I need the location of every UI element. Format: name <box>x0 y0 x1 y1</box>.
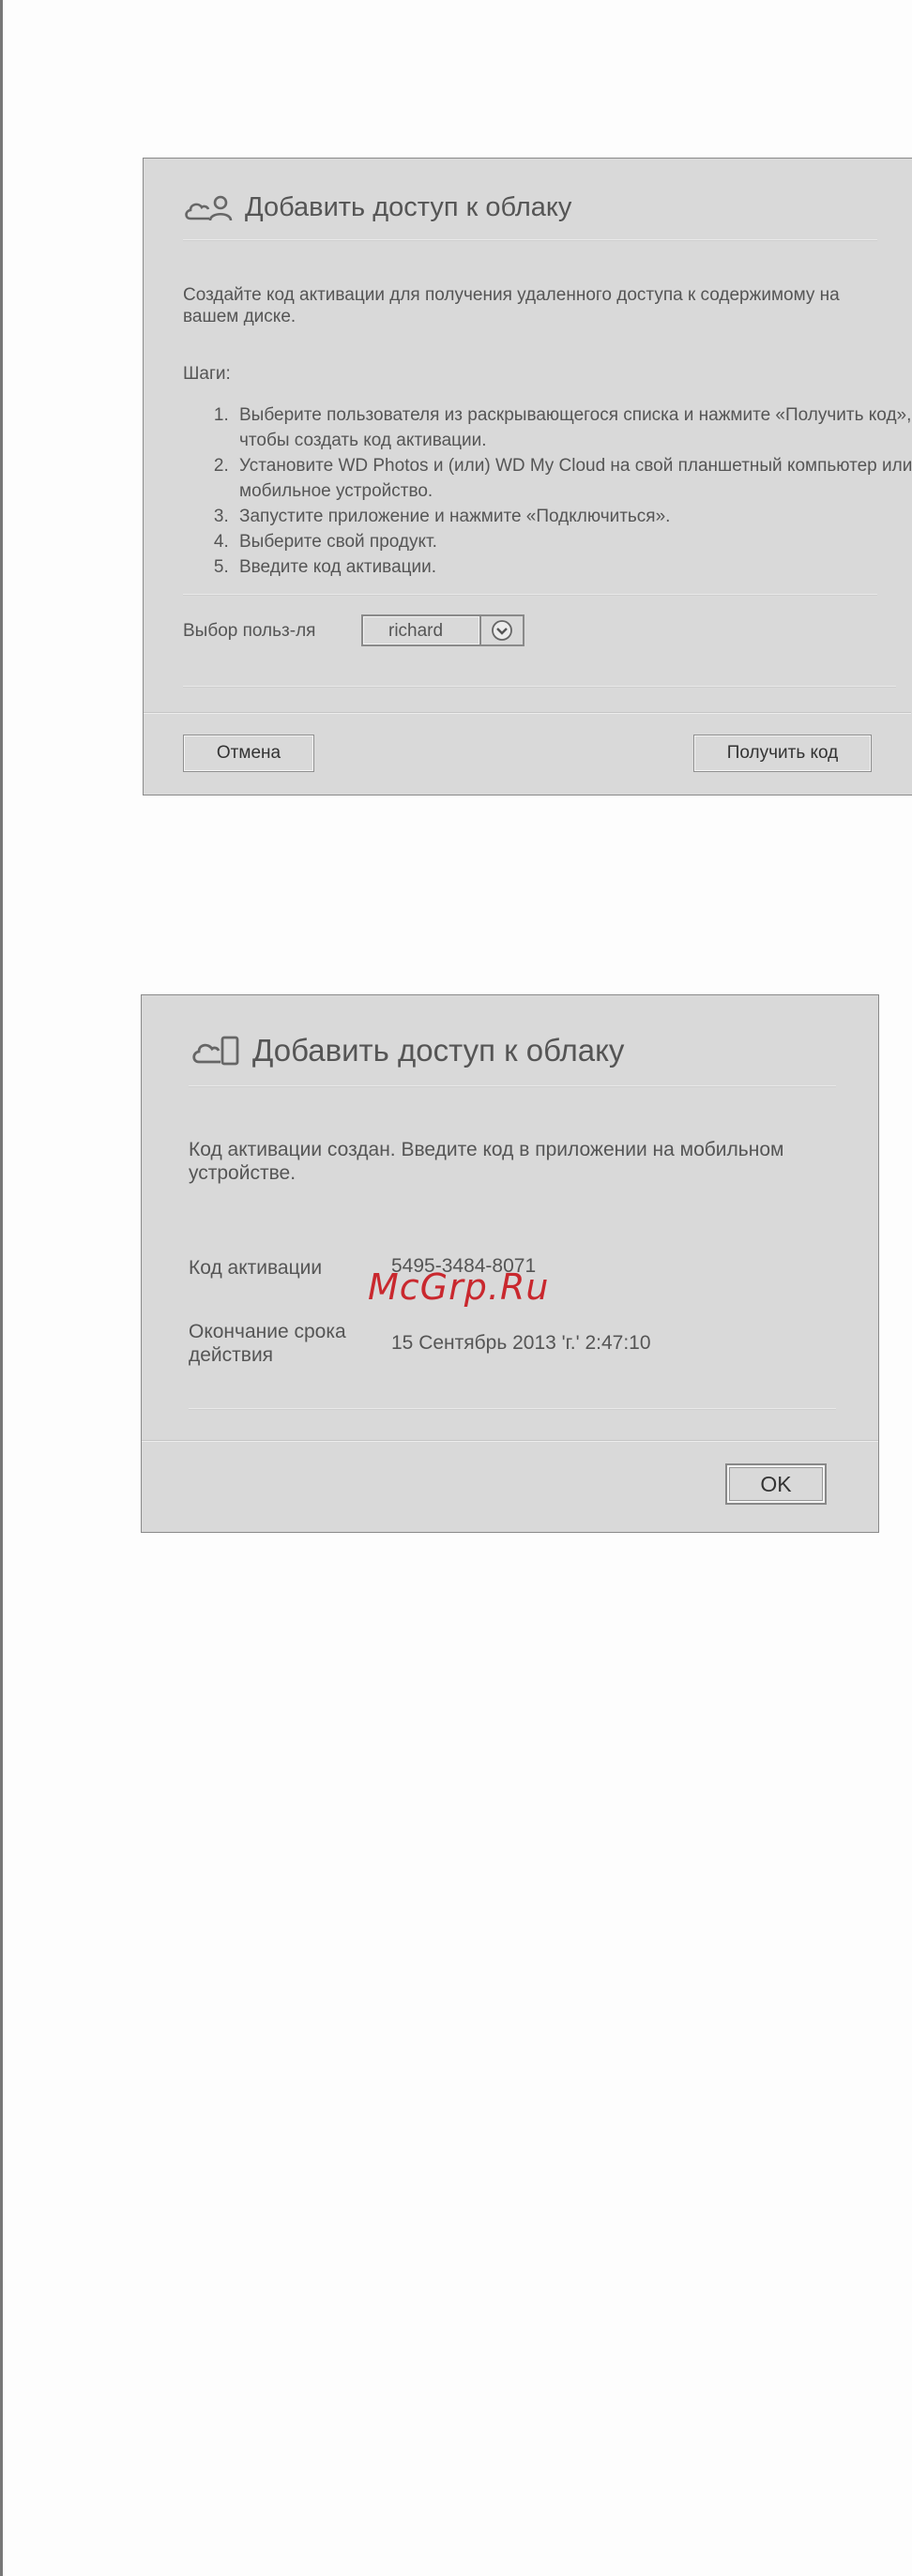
step-item: Введите код активации. <box>234 554 912 580</box>
dialog-title-text: Добавить доступ к облаку <box>252 1033 625 1068</box>
cloud-device-icon <box>192 1036 239 1066</box>
ok-button[interactable]: OK <box>725 1463 827 1505</box>
content-divider <box>189 1408 836 1410</box>
user-select-dropdown[interactable]: richard <box>361 614 524 646</box>
dropdown-toggle[interactable] <box>479 616 523 644</box>
steps-list: Выберите пользователя из раскрывающегося… <box>183 402 912 580</box>
chevron-down-icon <box>492 620 512 641</box>
expiry-label: Окончание срока действия <box>189 1321 346 1366</box>
title-divider <box>183 239 877 241</box>
add-cloud-access-dialog: Добавить доступ к облаку Создайте код ак… <box>143 158 912 796</box>
dialog-title: Добавить доступ к облаку <box>190 1033 624 1068</box>
user-select-value: richard <box>363 616 479 644</box>
step-item: Выберите свой продукт. <box>234 529 912 554</box>
dialog-title: Добавить доступ к облаку <box>183 192 571 223</box>
title-divider <box>189 1085 836 1087</box>
user-select-label: Выбор польз-ля <box>183 621 316 641</box>
expiry-value: 15 Сентябрь 2013 'г.' 2:47:10 <box>391 1332 651 1354</box>
result-message: Код активации создан. Введите код в прил… <box>189 1139 784 1184</box>
step-item: Установите WD Photos и (или) WD My Cloud… <box>234 453 912 504</box>
footer-divider <box>144 712 911 714</box>
footer-divider <box>142 1440 878 1442</box>
page-left-rule <box>0 0 3 2576</box>
activation-code-label: Код активации <box>189 1257 323 1279</box>
cancel-button[interactable]: Отмена <box>183 735 314 772</box>
cloud-user-icon <box>185 195 233 220</box>
form-divider <box>183 686 896 688</box>
activation-code-dialog: Добавить доступ к облаку Код активации с… <box>141 994 879 1533</box>
step-item: Выберите пользователя из раскрывающегося… <box>234 402 912 453</box>
steps-label: Шаги: <box>183 364 231 384</box>
get-code-button[interactable]: Получить код <box>693 735 872 772</box>
steps-divider <box>183 594 877 596</box>
dialog-title-text: Добавить доступ к облаку <box>245 192 572 222</box>
intro-text: Создайте код активации для получения уда… <box>183 285 840 326</box>
step-item: Запустите приложение и нажмите «Подключи… <box>234 504 912 529</box>
watermark: McGrp.Ru <box>368 1266 550 1308</box>
